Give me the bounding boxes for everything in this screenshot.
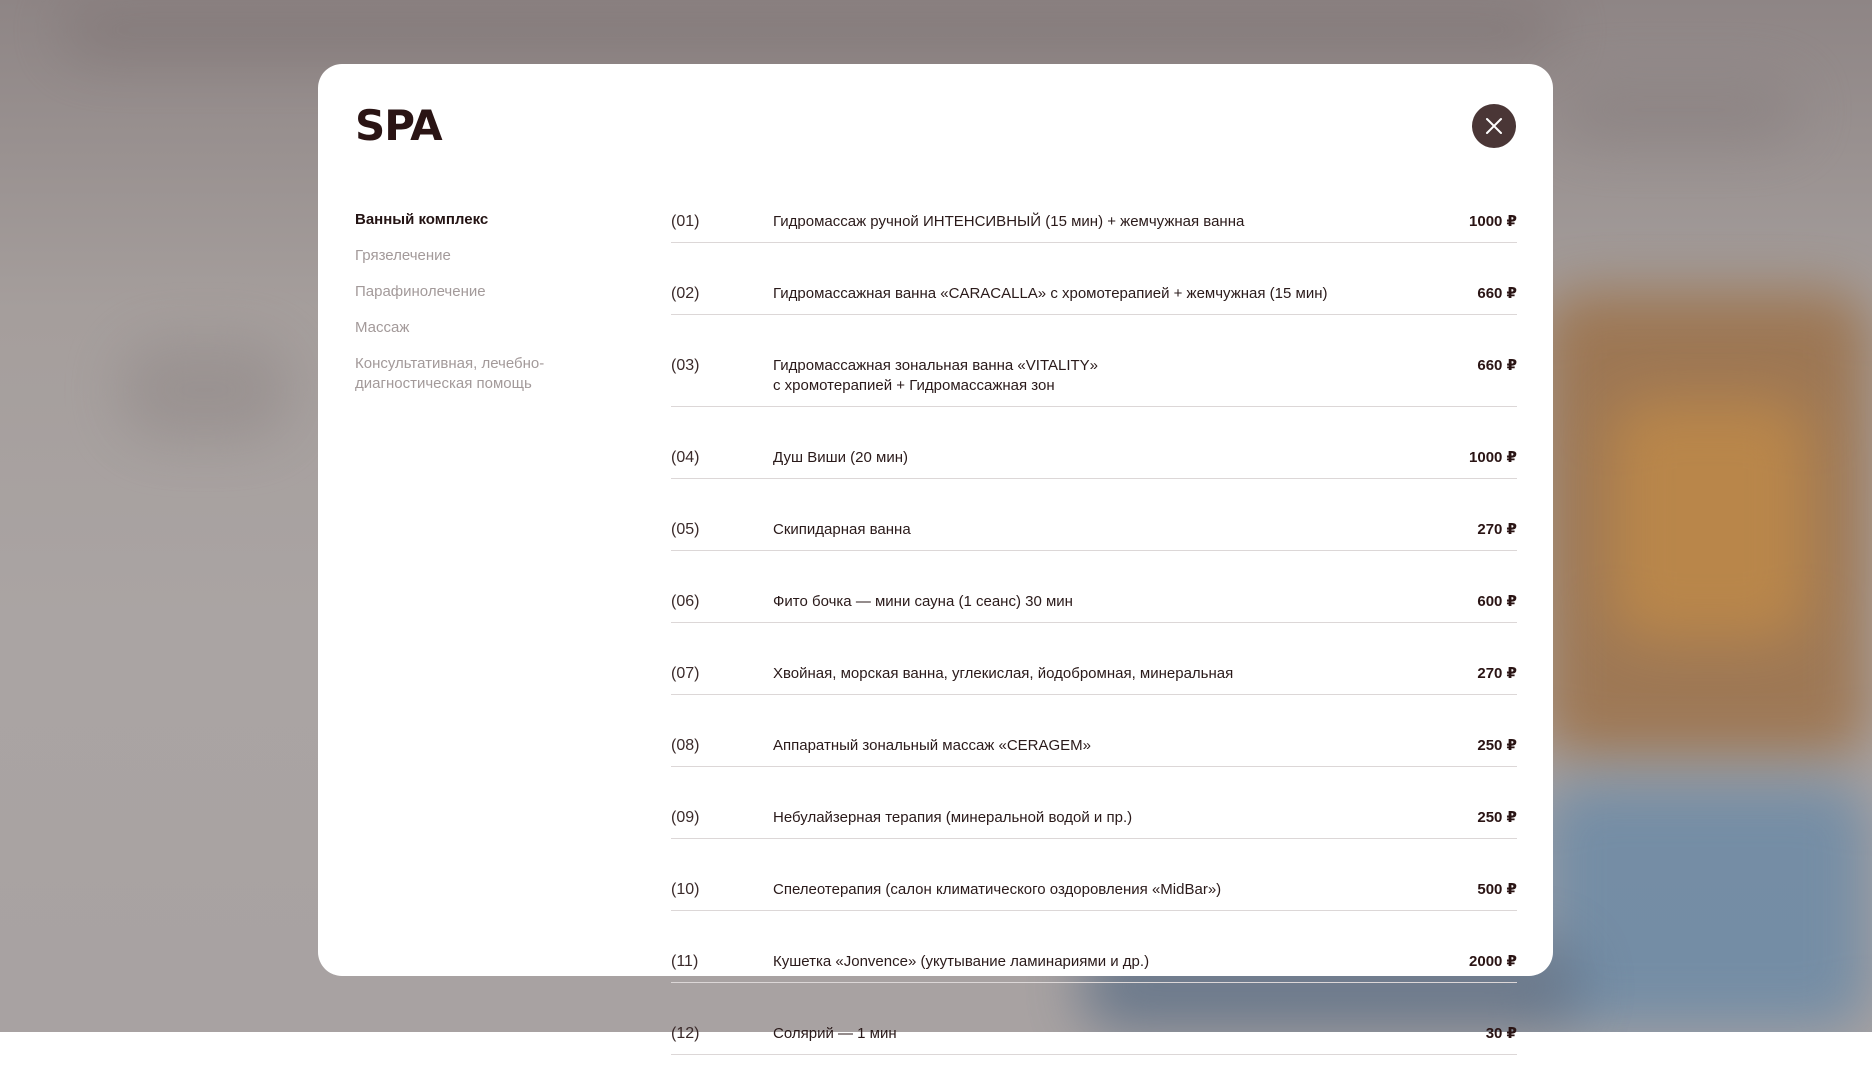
service-price-list: (01) Гидромассаж ручной ИНТЕНСИВНЫЙ (15 … (671, 200, 1517, 1084)
table-row: (12) Солярий — 1 мин 30 ₽ (671, 1012, 1517, 1055)
service-price: 660 ₽ (1477, 357, 1518, 374)
close-button[interactable] (1472, 104, 1516, 148)
service-name: Аппаратный зональный массаж «CERAGEM» (773, 737, 1092, 754)
service-price: 250 ₽ (1477, 737, 1517, 754)
row-number: (10) (671, 881, 700, 898)
row-number: (05) (671, 521, 700, 538)
background-blur-shape (120, 340, 290, 440)
service-price: 250 ₽ (1477, 809, 1517, 826)
service-price: 600 ₽ (1477, 593, 1517, 610)
table-row: (01) Гидромассаж ручной ИНТЕНСИВНЫЙ (15 … (671, 200, 1517, 243)
table-row: (08) Аппаратный зональный массаж «CERAGE… (671, 724, 1517, 767)
table-row: (03) Гидромассажная зональная ванна «VIT… (671, 344, 1517, 407)
background-blur-shape (1610, 400, 1810, 640)
service-name: Кушетка «Jonvence» (укутывание ламинария… (773, 953, 1150, 970)
service-price: 1000 ₽ (1469, 213, 1517, 230)
service-name: Фито бочка — мини сауна (1 сеанс) 30 мин (773, 593, 1073, 610)
background-blur-shape (1560, 80, 1800, 140)
service-name: Солярий — 1 мин (773, 1025, 897, 1042)
table-row: (06) Фито бочка — мини сауна (1 сеанс) 3… (671, 580, 1517, 623)
row-number: (12) (671, 1025, 700, 1042)
service-name: Душ Виши (20 мин) (773, 449, 908, 466)
service-name: Гидромассажная зональная ванна «VITALITY… (773, 357, 1099, 394)
table-row: (10) Спелеотерапия (салон климатического… (671, 868, 1517, 911)
service-name: Скипидарная ванна (773, 521, 911, 538)
table-row: (02) Гидромассажная ванна «CARACALLA» с … (671, 272, 1517, 315)
service-price: 270 ₽ (1477, 665, 1517, 682)
sidebar-item-consultative-care[interactable]: Консультативная, лечебно-диагностическая… (355, 354, 575, 394)
service-price: 270 ₽ (1477, 521, 1517, 538)
row-number: (04) (671, 449, 700, 466)
table-row: (05) Скипидарная ванна 270 ₽ (671, 508, 1517, 551)
service-price: 2000 ₽ (1469, 953, 1517, 970)
service-name: Спелеотерапия (салон климатического оздо… (773, 881, 1222, 898)
sidebar-item-bath-complex[interactable]: Ванный комплекс (355, 210, 595, 230)
sidebar-item-massage[interactable]: Массаж (355, 318, 595, 338)
row-number: (07) (671, 665, 700, 682)
row-number: (11) (671, 953, 699, 970)
background-blur-shape (1540, 780, 1870, 1030)
row-number: (02) (671, 285, 700, 302)
service-price: 500 ₽ (1477, 881, 1517, 898)
row-number: (01) (671, 213, 700, 230)
service-name: Гидромассажная ванна «CARACALLA» с хромо… (773, 285, 1328, 302)
close-icon (1486, 118, 1502, 134)
modal-title: SPA (355, 101, 443, 150)
sidebar-item-mud-therapy[interactable]: Грязелечение (355, 246, 595, 266)
table-row: (09) Небулайзерная терапия (минеральной … (671, 796, 1517, 839)
service-price: 30 ₽ (1485, 1025, 1517, 1042)
category-sidebar: Ванный комплекс Грязелечение Парафинолеч… (355, 210, 595, 410)
row-number: (03) (671, 357, 700, 374)
row-number: (06) (671, 593, 700, 610)
table-row: (04) Душ Виши (20 мин) 1000 ₽ (671, 436, 1517, 479)
service-name: Хвойная, морская ванна, углекислая, йодо… (773, 665, 1234, 682)
service-price: 660 ₽ (1477, 285, 1517, 302)
row-number: (09) (671, 809, 700, 826)
sidebar-item-paraffin-therapy[interactable]: Парафинолечение (355, 282, 595, 302)
table-row: (11) Кушетка «Jonvence» (укутывание лами… (671, 940, 1517, 983)
table-row: (07) Хвойная, морская ванна, углекислая,… (671, 652, 1517, 695)
background-blur-shape (60, 0, 1560, 60)
service-name: Небулайзерная терапия (минеральной водой… (773, 809, 1133, 826)
service-price: 1000 ₽ (1469, 449, 1517, 466)
spa-price-modal: SPA Ванный комплекс Грязелечение Парафин… (318, 64, 1553, 1055)
row-number: (08) (671, 737, 700, 754)
service-name: Гидромассаж ручной ИНТЕНСИВНЫЙ (15 мин) … (773, 213, 1245, 230)
